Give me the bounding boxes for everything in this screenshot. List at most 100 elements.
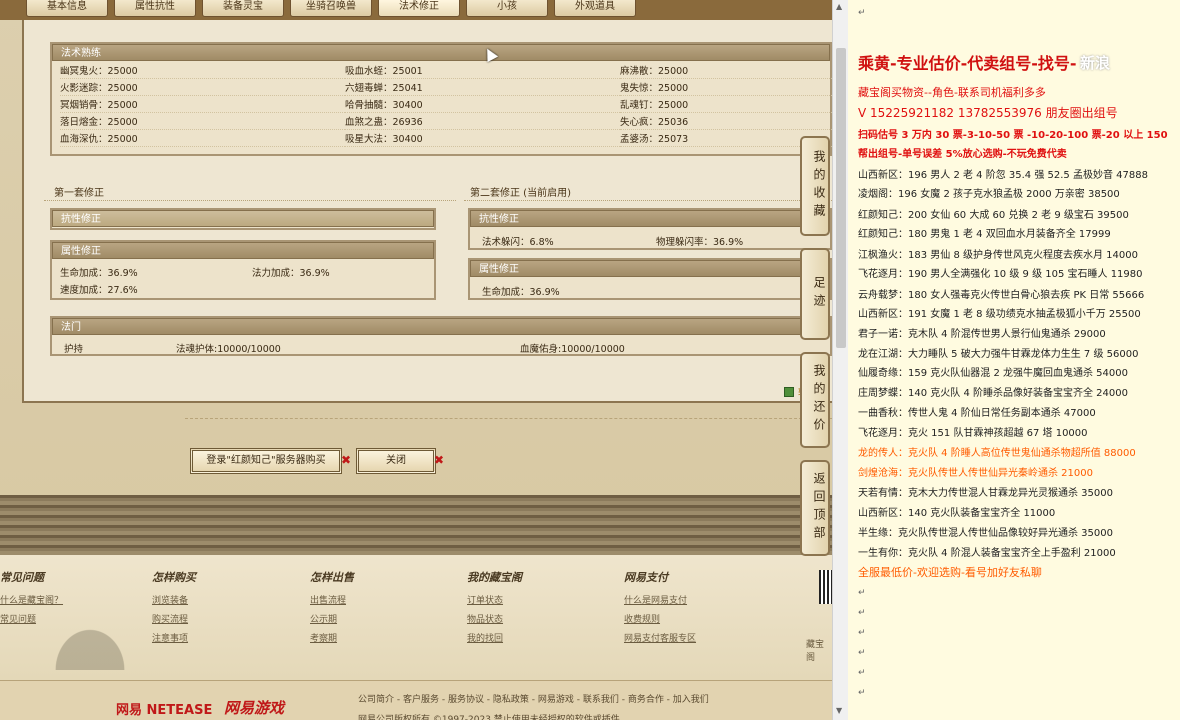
- spell-item: 血煞之蛊：26936: [345, 115, 620, 130]
- side-tab-history[interactable]: 足迹: [800, 248, 830, 340]
- notes-line: 山西新区：196 男人 2 老 4 阶忽 35.4 强 52.5 孟极妙音 47…: [858, 170, 1148, 181]
- spell-item: 幽冥鬼火：25000: [60, 64, 345, 79]
- set1-attr-box: 属性修正 生命加成：36.9% 法力加成：36.9% 速度加成：27.6%: [50, 240, 436, 300]
- notes-line: 江枫渔火：183 男仙 8 级护身传世风克火程度去疾水月 14000: [858, 250, 1138, 261]
- spell-item: 六翅毒蝉：25041: [345, 81, 620, 96]
- footer-link[interactable]: 什么是网易支付: [624, 593, 696, 612]
- set2-resist-spell-dodge: 法术躲闪：6.8%: [482, 237, 554, 248]
- tab-basic-info[interactable]: 基本信息: [26, 0, 108, 17]
- netease-games-logo: 网易游戏: [224, 699, 285, 717]
- paragraph-mark-icon: ↵: [858, 688, 866, 698]
- spell-item: 火影迷踪：25000: [60, 81, 345, 96]
- spell-item: 麻沸散：25000: [620, 64, 832, 79]
- footer-link[interactable]: 购买流程: [152, 612, 196, 631]
- separator: [185, 418, 832, 419]
- tab-attr-resist[interactable]: 属性抗性: [114, 0, 196, 17]
- page-scrollbar[interactable]: ▲ ▼: [832, 0, 848, 720]
- notes-line: 君子一诺：克木队 4 阶混传世男人景行仙鬼通杀 29000: [858, 329, 1106, 340]
- side-tab-back-to-top[interactable]: 返回顶部: [800, 460, 830, 556]
- footer-col-buy: 怎样购买 浏览装备 购买流程 注意事项: [152, 569, 196, 650]
- fabao-item: 法魂护体:10000/10000: [176, 344, 281, 355]
- set2-attr-title: 属性修正: [470, 260, 830, 277]
- tab-appearance[interactable]: 外观道具: [554, 0, 636, 17]
- notes-line: 庄周梦蝶：140 克火队 4 阶睡杀品像好装备宝宝齐全 24000: [858, 388, 1128, 399]
- fabao-title: 法门: [52, 318, 830, 335]
- scroll-down-icon[interactable]: ▼: [836, 706, 842, 715]
- set2-resist-title: 抗性修正: [470, 210, 830, 227]
- qr-code-icon[interactable]: [819, 570, 832, 604]
- footer-link[interactable]: 我的找回: [467, 631, 522, 650]
- footer-col-title: 网易支付: [624, 571, 668, 584]
- fabao-item: 护持: [64, 344, 84, 355]
- close-button[interactable]: 关闭: [356, 448, 436, 474]
- notes-line: 红颜知己：180 男鬼 1 老 4 双回血水月装备齐全 17999: [858, 229, 1111, 240]
- spell-item: 冥烟销骨：25000: [60, 98, 345, 113]
- footer-link[interactable]: 出售流程: [310, 593, 354, 612]
- notes-line: 山西新区：140 克火队装备宝宝齐全 11000: [858, 508, 1056, 519]
- notes-line: 凌烟阁：196 女魔 2 孩子克水狼孟极 2000 万亲密 38500: [858, 189, 1120, 200]
- set1-attr-speed: 速度加成：27.6%: [60, 285, 138, 296]
- close-icon: ✖: [434, 453, 445, 467]
- notes-panel: ↵ 乘黄-专业估价-代卖组号-找号- 新浪 藏宝阁买物资--角色-联系司机福利多…: [848, 0, 1180, 720]
- notes-line: 半生缘：克火队传世混人传世仙品像较好异光通杀 35000: [858, 528, 1113, 539]
- set2-title: 第二套修正 (当前启用): [470, 188, 571, 199]
- footer-col-title: 我的藏宝阁: [467, 571, 522, 584]
- game-page: 基本信息 属性抗性 装备灵宝 坐骑召唤兽 法术修正 小孩 外观道具 法术熟练 幽…: [0, 0, 832, 720]
- fabao-item: 血魔佑身:10000/10000: [520, 344, 625, 355]
- calculator-icon: [784, 387, 794, 397]
- tab-mounts-pets[interactable]: 坐骑召唤兽: [290, 0, 372, 17]
- spell-item: 失心疯：25036: [620, 115, 832, 130]
- spell-item: 鬼失惊：25000: [620, 81, 832, 96]
- paragraph-mark-icon: ↵: [858, 668, 866, 678]
- notes-line: 藏宝阁买物资--角色-联系司机福利多多: [858, 86, 1046, 99]
- notes-title: 乘黄-专业估价-代卖组号-找号-: [858, 54, 1077, 73]
- set1-resist-box: 抗性修正: [50, 208, 436, 230]
- footer-col-title: 常见问题: [0, 571, 44, 584]
- spell-item: 吸星大法：30400: [345, 132, 620, 147]
- footer-link[interactable]: 注意事项: [152, 631, 196, 650]
- footer-side-text: 藏宝阁: [806, 640, 825, 663]
- footer-link[interactable]: 订单状态: [467, 593, 522, 612]
- divider: [464, 200, 832, 201]
- set1-resist-title: 抗性修正: [52, 210, 434, 227]
- tab-child[interactable]: 小孩: [466, 0, 548, 17]
- login-server-buy-button[interactable]: 登录"红颜知己"服务器购买: [190, 448, 342, 474]
- scroll-up-icon[interactable]: ▲: [836, 2, 842, 11]
- footer-links[interactable]: 公司简介 - 客户服务 - 服务协议 - 隐私政策 - 网易游戏 - 联系我们 …: [358, 692, 709, 705]
- spell-proficiency-list: 幽冥鬼火：25000 吸血水蛭：25001 麻沸散：25000 火影迷踪：250…: [52, 61, 832, 150]
- notes-line: 仙履奇缘：159 克火队仙器混 2 龙强牛魔回血鬼通杀 54000: [858, 368, 1128, 379]
- paragraph-mark-icon: ↵: [858, 608, 866, 618]
- notes-line: 剑煌沧海：克火队传世人传世仙异光秦岭通杀 21000: [858, 468, 1093, 479]
- spell-item: 乱魂钉：25000: [620, 98, 832, 113]
- footer-link[interactable]: 考察期: [310, 631, 354, 650]
- tab-spell-correction[interactable]: 法术修正: [378, 0, 460, 17]
- paragraph-mark-icon: ↵: [858, 648, 866, 658]
- tab-bar: 基本信息 属性抗性 装备灵宝 坐骑召唤兽 法术修正 小孩 外观道具: [0, 0, 832, 20]
- set1-title: 第一套修正: [54, 188, 104, 199]
- set2-attr-hp: 生命加成：36.9%: [482, 287, 560, 298]
- copyright: 网易公司版权所有 ©1997-2023 禁止使用未经授权的软件或插件: [358, 715, 620, 720]
- footer-link[interactable]: 物品状态: [467, 612, 522, 631]
- footer-link[interactable]: 网易支付客服专区: [624, 631, 696, 650]
- notes-line: 一生有你：克火队 4 阶混人装备宝宝齐全上手盈利 21000: [858, 548, 1116, 559]
- divider: [44, 200, 456, 201]
- side-tab-favorites[interactable]: 我的收藏: [800, 136, 830, 236]
- notes-line: 飞花逐月：190 男人全满强化 10 级 9 级 105 宝石睡人 11980: [858, 269, 1143, 280]
- set2-attr-box: 属性修正 生命加成：36.9%: [468, 258, 832, 300]
- side-tab-my-bargain[interactable]: 我的还价: [800, 352, 830, 448]
- notes-line: 扫码估号 3 万内 30 票-3-10-50 票 -10-20-100 票-20…: [858, 130, 1168, 141]
- scrollbar-thumb[interactable]: [836, 48, 846, 348]
- tab-equipment[interactable]: 装备灵宝: [202, 0, 284, 17]
- spell-proficiency-title: 法术熟练: [52, 44, 830, 61]
- decorative-band: [0, 495, 832, 555]
- spell-correction-panel: 法术熟练 幽冥鬼火：25000 吸血水蛭：25001 麻沸散：25000 火影迷…: [22, 20, 832, 403]
- footer-col-sell: 怎样出售 出售流程 公示期 考察期: [310, 569, 354, 650]
- mountain-illustration: [30, 600, 150, 670]
- footer-link[interactable]: 公示期: [310, 612, 354, 631]
- footer-link[interactable]: 收费规则: [624, 612, 696, 631]
- paragraph-mark-icon: ↵: [858, 8, 866, 18]
- set2-resist-box: 抗性修正 法术躲闪：6.8% 物理躲闪率：36.9%: [468, 208, 832, 250]
- close-icon: ✖: [341, 453, 352, 467]
- footer-link[interactable]: 浏览装备: [152, 593, 196, 612]
- footer-col-title: 怎样购买: [152, 571, 196, 584]
